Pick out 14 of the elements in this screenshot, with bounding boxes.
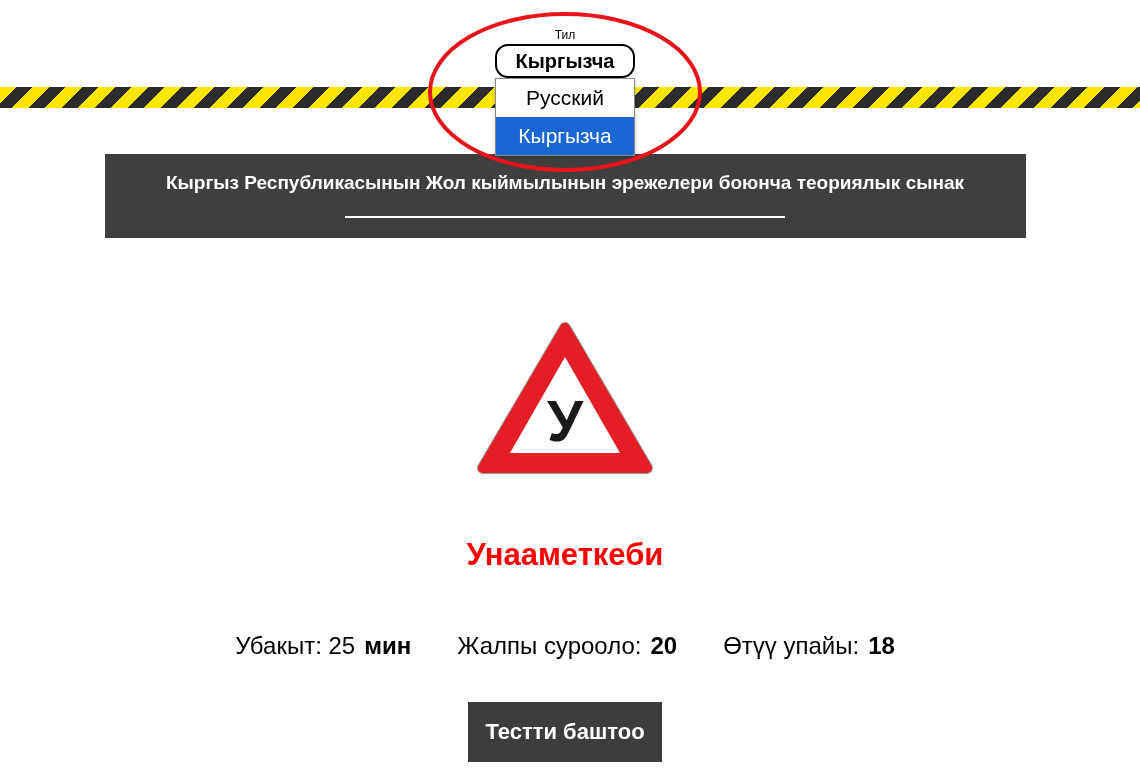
stat-value: 18 <box>868 631 895 661</box>
category-title: Унааметкеби <box>466 537 664 573</box>
sign-letter: У <box>546 392 584 450</box>
stat-value: мин <box>364 631 412 661</box>
language-option[interactable]: Русский <box>496 79 634 117</box>
exam-title: Кыргыз Республикасынын Жол кыймылынын эрежелери боюнча теориялык сынак <box>166 171 964 195</box>
start-test-button[interactable]: Тестти баштоо <box>468 702 662 762</box>
stat-label: Жалпы сурооло: <box>457 631 642 661</box>
stat-label: Өтүү упайы: <box>723 631 860 661</box>
stat-value: 20 <box>650 631 678 661</box>
language-select[interactable]: Кыргызча <box>495 44 635 78</box>
language-option[interactable]: Кыргызча <box>496 117 634 155</box>
stat-label: Убакыт: 25 <box>235 631 356 661</box>
language-label: Тил <box>554 28 576 42</box>
